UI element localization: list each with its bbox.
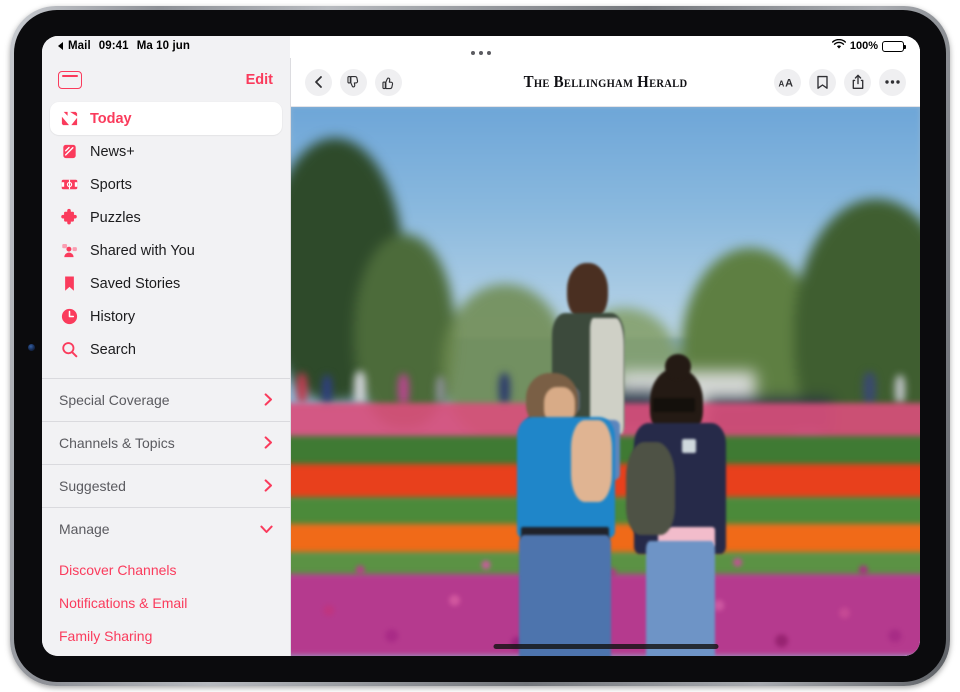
woman-bag <box>626 442 675 535</box>
sidebar-section-suggested[interactable]: Suggested <box>42 464 290 507</box>
share-button[interactable] <box>844 69 871 96</box>
save-story-button[interactable] <box>809 69 836 96</box>
multitask-dot <box>479 51 483 55</box>
woman-jacket-logo <box>682 439 696 453</box>
sidebar-nav-list: Today News+ <box>42 102 290 366</box>
sidebar-item-search[interactable]: Search <box>50 333 282 366</box>
sidebar-item-label: Saved Stories <box>90 276 180 292</box>
edit-button[interactable]: Edit <box>246 72 273 88</box>
sidebar-section-label: Manage <box>59 521 110 537</box>
sidebar-link-notifications-email[interactable]: Notifications & Email <box>42 586 290 619</box>
sidebar-item-label: Shared with You <box>90 243 195 259</box>
tulip-field-photo <box>291 107 920 656</box>
multitask-dots-handle[interactable] <box>42 42 920 60</box>
toolbar-right-group: A A <box>774 69 906 96</box>
sidebar-item-label: Sports <box>90 177 132 193</box>
ipad-screen: Mail 09:41 Ma 10 jun 100% <box>42 36 920 656</box>
sidebar-item-label: Puzzles <box>90 210 141 226</box>
status-bar-right: 100% <box>832 39 904 53</box>
sidebar: Edit Today <box>42 58 291 656</box>
chevron-right-icon <box>264 479 273 494</box>
text-size-button[interactable]: A A <box>774 69 801 96</box>
svg-text:A: A <box>785 77 793 89</box>
article-pane: The Bellingham Herald A A <box>291 58 920 656</box>
people-group <box>291 107 920 656</box>
chevron-down-icon <box>260 523 273 536</box>
back-button[interactable] <box>305 69 332 96</box>
ipad-device-frame: Mail 09:41 Ma 10 jun 100% <box>10 6 950 686</box>
article-hero-photo[interactable] <box>291 107 920 656</box>
battery-full-icon <box>882 41 904 52</box>
battery-percent-label: 100% <box>850 40 878 52</box>
chevron-right-icon <box>264 393 273 408</box>
bookmark-icon <box>59 274 79 294</box>
sidebar-section-label: Channels & Topics <box>59 435 175 451</box>
article-toolbar: The Bellingham Herald A A <box>291 58 920 107</box>
sports-field-icon <box>59 175 79 195</box>
like-button[interactable] <box>375 69 402 96</box>
woman-jeans <box>646 541 715 656</box>
shared-with-you-icon <box>59 241 79 261</box>
woman-sunglasses <box>653 398 695 412</box>
puzzle-piece-icon <box>59 208 79 228</box>
multitask-dot <box>471 51 475 55</box>
woman-bun <box>665 354 691 379</box>
sidebar-item-label: History <box>90 309 135 325</box>
clock-icon <box>59 307 79 327</box>
sidebar-item-label: Today <box>90 111 132 127</box>
sidebar-section-manage[interactable]: Manage <box>42 507 290 550</box>
chevron-right-icon <box>264 436 273 451</box>
sidebar-item-label: Search <box>90 342 136 358</box>
sidebar-link-discover-channels[interactable]: Discover Channels <box>42 553 290 586</box>
sidebar-item-saved-stories[interactable]: Saved Stories <box>50 267 282 300</box>
sidebar-section-label: Special Coverage <box>59 392 170 408</box>
sidebar-item-puzzles[interactable]: Puzzles <box>50 201 282 234</box>
sidebar-section-label: Suggested <box>59 478 126 494</box>
sidebar-item-news-plus[interactable]: News+ <box>50 135 282 168</box>
sidebar-item-shared-with-you[interactable]: Shared with You <box>50 234 282 267</box>
man-jeans <box>519 535 611 656</box>
man-arm <box>571 420 612 502</box>
svg-text:A: A <box>778 79 784 88</box>
search-icon <box>59 340 79 360</box>
dislike-button[interactable] <box>340 69 367 96</box>
sidebar-toggle-icon[interactable] <box>58 71 82 89</box>
sidebar-section-special-coverage[interactable]: Special Coverage <box>42 378 290 421</box>
multitask-dot <box>487 51 491 55</box>
status-bar: Mail 09:41 Ma 10 jun 100% <box>42 36 920 58</box>
apple-news-logo-icon <box>59 109 79 129</box>
sidebar-header: Edit <box>42 58 290 102</box>
toolbar-left-group <box>305 69 402 96</box>
home-indicator[interactable] <box>493 644 718 649</box>
sidebar-item-today[interactable]: Today <box>50 102 282 135</box>
sidebar-item-history[interactable]: History <box>50 300 282 333</box>
sidebar-sections: Special Coverage Channels & Topics Sugge… <box>42 378 290 652</box>
sidebar-item-sports[interactable]: Sports <box>50 168 282 201</box>
news-plus-icon <box>59 142 79 162</box>
more-button[interactable] <box>879 69 906 96</box>
app-body: Edit Today <box>42 58 920 656</box>
sidebar-link-family-sharing[interactable]: Family Sharing <box>42 619 290 652</box>
bezel-reflection-dot <box>28 344 35 351</box>
wifi-icon <box>832 39 846 53</box>
sidebar-section-channels-topics[interactable]: Channels & Topics <box>42 421 290 464</box>
sidebar-item-label: News+ <box>90 144 135 160</box>
